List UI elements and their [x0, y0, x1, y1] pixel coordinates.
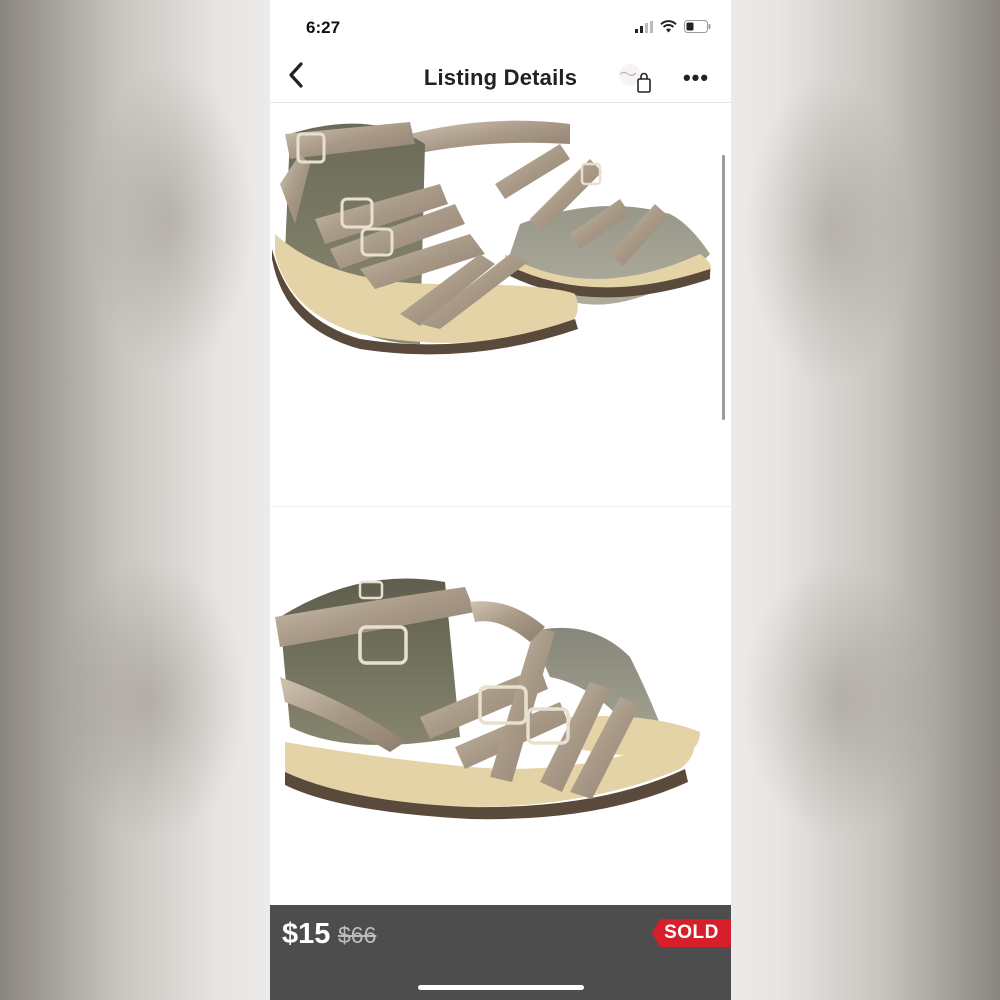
vertical-scrollbar[interactable] — [722, 155, 725, 420]
page-title: Listing Details — [423, 65, 578, 90]
battery-icon — [684, 20, 711, 38]
sold-badge: SOLD — [652, 919, 731, 947]
phone-screen: 6:27 Listing Details ••• $15 $66 SOLD — [270, 0, 731, 1000]
status-bar: 6:27 — [270, 0, 731, 50]
original-price: $66 — [338, 922, 377, 948]
listing-photo-1[interactable] — [270, 104, 731, 506]
shopping-bag-icon — [616, 64, 652, 99]
cellular-signal-icon — [635, 20, 653, 38]
nav-bar: Listing Details ••• — [270, 55, 731, 103]
background-blur-left — [0, 0, 270, 1000]
home-indicator[interactable] — [418, 985, 584, 990]
more-options-button[interactable]: ••• — [678, 63, 714, 93]
background-blur-right — [730, 0, 1000, 1000]
status-icons — [635, 20, 711, 38]
listing-price: $15 — [282, 918, 331, 950]
listing-photo-2[interactable] — [270, 507, 731, 905]
status-time: 6:27 — [306, 18, 341, 37]
seller-shop-button[interactable] — [616, 63, 652, 95]
sandals-side-image — [275, 578, 700, 820]
sandals-front-image — [272, 120, 712, 355]
wifi-icon — [660, 20, 677, 38]
